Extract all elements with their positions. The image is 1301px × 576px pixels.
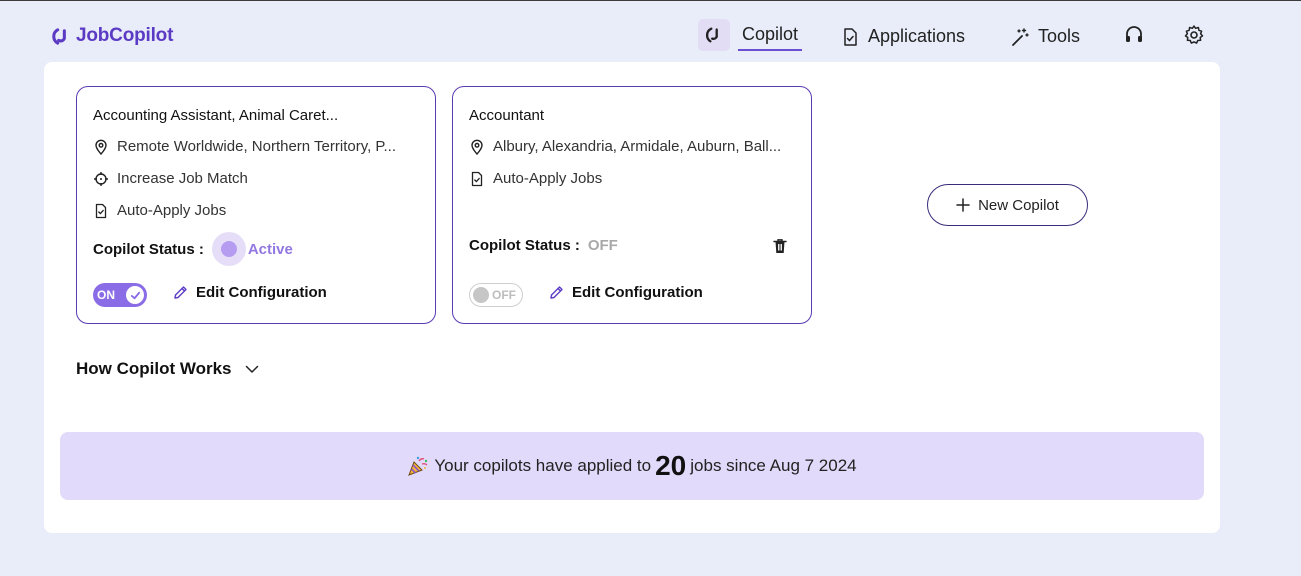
location-row: Albury, Alexandria, Armidale, Auburn, Ba… <box>469 138 781 155</box>
document-check-icon <box>95 203 107 218</box>
main-panel: Accounting Assistant, Animal Caret... Re… <box>44 62 1220 533</box>
party-popper-icon <box>408 456 428 476</box>
status-label: Copilot Status : <box>93 240 204 258</box>
copilot-card: Accounting Assistant, Animal Caret... Re… <box>76 86 436 324</box>
check-icon <box>126 286 144 304</box>
status-value: OFF <box>587 237 618 254</box>
copilot-toggle[interactable]: OFF <box>469 283 523 307</box>
copilot-toggle[interactable]: ON <box>93 283 147 307</box>
crosshair-icon <box>94 171 108 186</box>
toggle-label: OFF <box>492 288 516 302</box>
banner-suffix: jobs since Aug 7 2024 <box>690 456 857 475</box>
nav-tools[interactable]: Tools <box>1010 26 1080 47</box>
card-title: Accounting Assistant, Animal Caret... <box>93 107 339 124</box>
toggle-knob <box>473 287 489 303</box>
magic-wand-icon <box>1012 27 1029 46</box>
headset-icon[interactable] <box>1123 24 1145 46</box>
status-badge: Active <box>211 232 293 266</box>
edit-configuration-label: Edit Configuration <box>196 284 327 301</box>
nav-tools-label: Tools <box>1038 26 1081 46</box>
how-copilot-works-label: How Copilot Works <box>76 359 232 378</box>
edit-configuration-label: Edit Configuration <box>572 284 703 301</box>
status-dot-icon <box>211 232 246 266</box>
nav-copilot-label: Copilot <box>738 24 803 51</box>
edit-configuration-button[interactable]: Edit Configuration <box>548 284 703 301</box>
nav-copilot[interactable]: Copilot <box>698 19 803 51</box>
nav-applications-label: Applications <box>868 26 966 46</box>
location-pin-icon <box>95 139 107 155</box>
mode-text: Auto-Apply Jobs <box>493 170 603 187</box>
feature-text: Increase Job Match <box>117 170 248 187</box>
mode-row: Auto-Apply Jobs <box>469 170 602 187</box>
gear-icon[interactable] <box>1183 24 1205 46</box>
jobcopilot-logo-icon <box>52 27 66 45</box>
trash-icon[interactable] <box>771 237 789 255</box>
how-copilot-works-toggle[interactable]: How Copilot Works <box>76 359 260 379</box>
document-check-icon <box>844 27 857 46</box>
location-row: Remote Worldwide, Northern Territory, P.… <box>93 138 396 155</box>
status-value: Active <box>247 240 293 258</box>
logo[interactable]: JobCopilot <box>52 25 173 47</box>
chevron-down-icon <box>245 365 258 373</box>
edit-configuration-button[interactable]: Edit Configuration <box>172 284 327 301</box>
location-pin-icon <box>471 139 483 155</box>
status-label: Copilot Status : <box>469 237 580 254</box>
nav-applications[interactable]: Applications <box>840 26 965 47</box>
plus-icon <box>956 198 970 212</box>
pencil-icon <box>550 286 563 299</box>
feature-row: Increase Job Match <box>93 170 248 187</box>
new-copilot-button[interactable]: New Copilot <box>927 184 1088 226</box>
copilot-status: Copilot Status : Active <box>93 232 293 266</box>
applied-count: 20 <box>655 450 687 481</box>
new-copilot-label: New Copilot <box>978 196 1059 214</box>
mode-row: Auto-Apply Jobs <box>93 202 226 219</box>
document-check-icon <box>471 171 483 186</box>
brand-name: JobCopilot <box>76 25 174 46</box>
banner-prefix: Your copilots have applied to <box>434 456 652 475</box>
copilot-card: Accountant Albury, Alexandria, Armidale,… <box>452 86 812 324</box>
location-text: Remote Worldwide, Northern Territory, P.… <box>117 138 396 155</box>
toggle-label: ON <box>97 288 115 302</box>
pencil-icon <box>174 286 187 299</box>
card-title: Accountant <box>469 107 545 124</box>
applied-jobs-banner: Your copilots have applied to 20 jobs si… <box>60 432 1204 500</box>
top-navigation: JobCopilot Copilot Applications Tools <box>0 1 1301 63</box>
location-text: Albury, Alexandria, Armidale, Auburn, Ba… <box>493 138 782 155</box>
copilot-icon <box>698 19 730 51</box>
mode-text: Auto-Apply Jobs <box>117 202 227 219</box>
copilot-status: Copilot Status : OFF <box>469 237 618 254</box>
